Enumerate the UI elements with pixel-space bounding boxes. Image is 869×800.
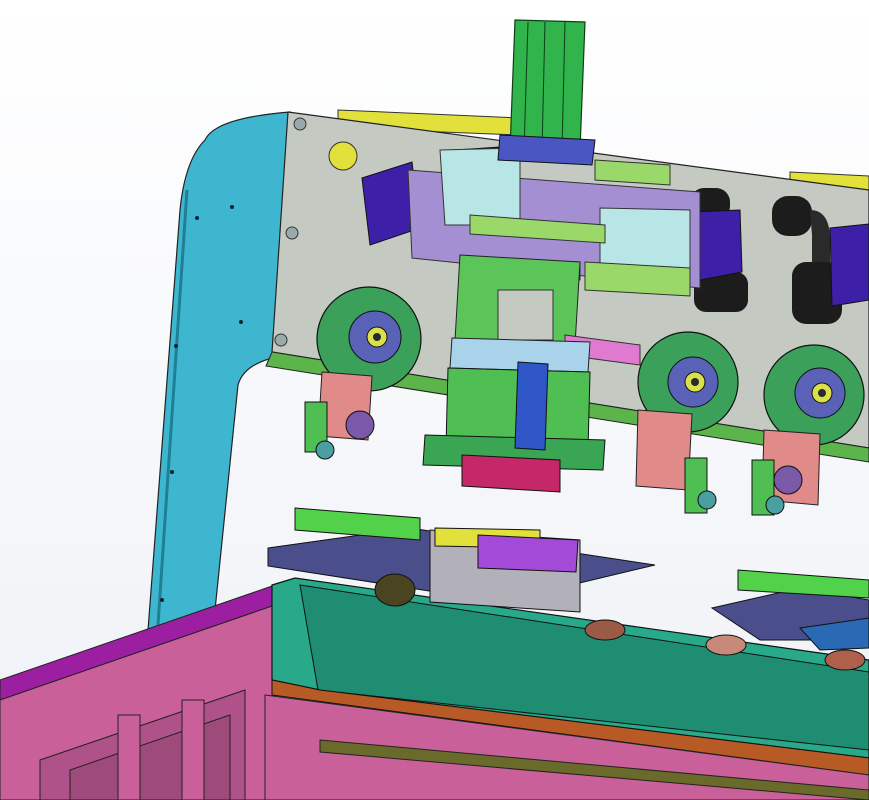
cad-assembly-scene [0,0,869,800]
pillar-hole [230,205,234,209]
copper-bushing [824,649,866,671]
plate-screw [293,117,307,131]
light-green-rail [584,261,691,297]
sensor-knob [697,490,717,510]
pinion-gear [773,465,803,495]
drive-wheel-3 [763,344,865,446]
light-green-rail [594,159,671,186]
slide-window [497,289,554,341]
pinion-gear [345,410,375,440]
cyan-cylinder-block [599,207,691,271]
pillar-hole [174,344,178,348]
press-crimson-block [461,454,561,493]
press-blue-bar [514,361,549,451]
copper-bushing [705,634,747,656]
base-frame-post [181,699,205,800]
vertical-cylinder [509,19,586,151]
pillar-hole [239,320,243,324]
sensor-knob [765,495,785,515]
copper-bushing [584,619,626,641]
olive-bushing [374,573,416,607]
pillar-hole [160,598,164,602]
fixture-purple-block [477,534,579,573]
sensor-knob [315,440,335,460]
plate-screw [274,333,288,347]
cad-assembly-drawing [0,0,869,800]
plate-yellow-port [328,141,358,171]
pillar-hole [195,216,199,220]
gripper-body [772,196,812,236]
base-frame-post [117,714,141,800]
pillar-hole [170,470,174,474]
purple-bracket [829,223,869,307]
plate-screw [285,226,299,240]
salmon-arm [635,409,693,491]
cylinder-cap [497,134,596,166]
